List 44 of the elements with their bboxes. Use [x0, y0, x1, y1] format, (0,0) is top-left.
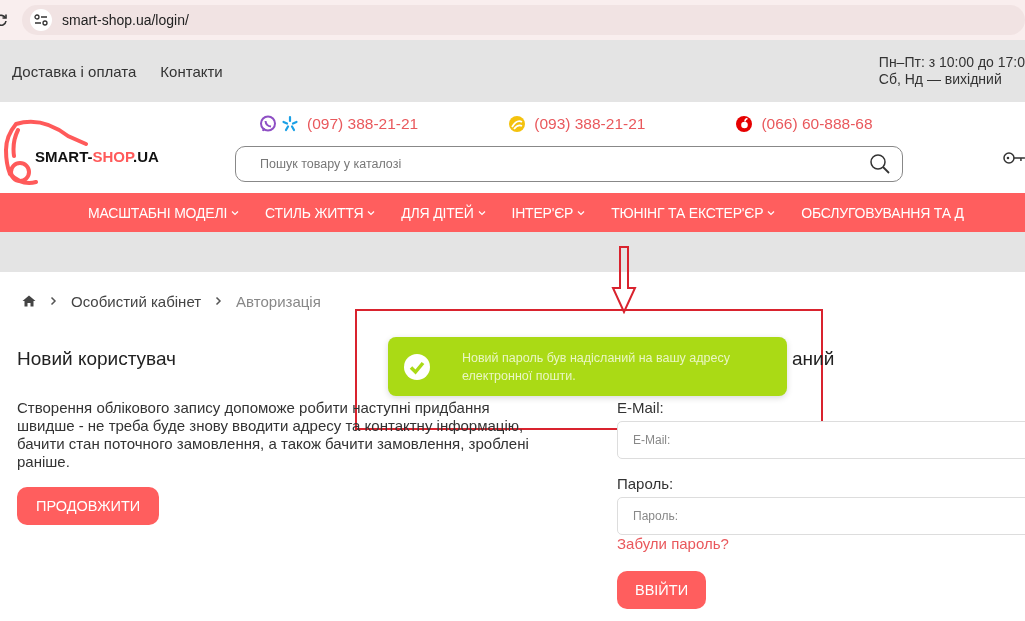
phone-number[interactable]: (093) 388-21-21: [534, 115, 646, 133]
password-field[interactable]: Пароль:: [617, 497, 1025, 535]
swirl-icon: [508, 115, 527, 133]
working-hours-text: Пн–Пт: з 10:00 до 17:0: [878, 54, 1025, 71]
address-bar-url[interactable]: smart-shop.ua/login/: [62, 12, 189, 28]
search-field[interactable]: Пошук товару у каталозі: [235, 146, 904, 182]
chevron-down-icon: [231, 209, 240, 216]
chevron-down-icon: [767, 209, 776, 216]
breadcrumb-link[interactable]: Особистий кабінет: [71, 292, 202, 310]
key-icon[interactable]: [1003, 150, 1025, 166]
chevron-down-icon: [367, 209, 376, 216]
chevron-down-icon: [577, 209, 586, 216]
phone-number[interactable]: (097) 388-21-21: [307, 115, 419, 133]
down-arrow: [611, 246, 637, 314]
top-menu-link[interactable]: Доставка і оплата: [12, 62, 137, 80]
chevron-right-icon: [215, 296, 223, 306]
continue-button[interactable]: ПРОДОВЖИТИ: [17, 487, 160, 525]
chevron-down-icon: [477, 209, 486, 216]
forgot-password-link[interactable]: Забули пароль?: [617, 535, 729, 552]
nav-menu-item[interactable]: ОБСЛУГОВУВАННЯ ТА Д: [801, 204, 964, 221]
field-label: E-Mail:: [617, 399, 665, 416]
section-title: Новий користувач: [17, 348, 176, 370]
toast-message: Новий пароль був надісланий на вашу адресу електронної пошти.: [462, 349, 731, 385]
nav-menu-item[interactable]: ІНТЕР'ЄР: [511, 204, 586, 221]
phone-number[interactable]: (066) 60-888-68: [761, 115, 873, 133]
field-label: Пароль:: [617, 475, 675, 492]
quote-circle-icon: [735, 115, 754, 133]
home-icon[interactable]: [22, 295, 36, 307]
site-settings-icon[interactable]: [34, 14, 48, 26]
check-circle-icon: [403, 352, 431, 381]
nav-menu-item[interactable]: ДЛЯ ДІТЕЙ: [401, 204, 486, 221]
login-button[interactable]: ВВІЙТИ: [617, 571, 707, 609]
logo-text[interactable]: SMART-SHOP.UA: [35, 148, 159, 165]
star-icon: [281, 115, 300, 133]
breadcrumb-link[interactable]: Авторизація: [236, 292, 321, 310]
nav-menu-item[interactable]: СТИЛЬ ЖИТТЯ: [265, 204, 376, 221]
nav-menu-item[interactable]: ТЮНІНГ ТА ЕКСТЕР'ЄР: [611, 204, 776, 221]
nav-menu-item[interactable]: МАСШТАБНІ МОДЕЛІ: [88, 204, 240, 221]
email-field[interactable]: E-Mail:: [617, 421, 1025, 459]
phone-bubble-icon: [259, 115, 278, 133]
search-icon[interactable]: [869, 153, 892, 175]
top-menu-link[interactable]: Контакти: [160, 62, 223, 80]
chevron-right-icon: [50, 296, 57, 306]
working-hours-text: Сб, Нд — вихідний: [878, 71, 1003, 88]
